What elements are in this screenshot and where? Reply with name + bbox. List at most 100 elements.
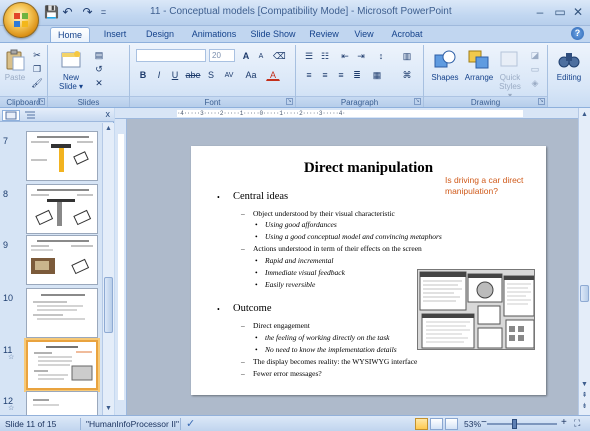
bullet-outcome[interactable]: Outcome bbox=[233, 303, 272, 314]
underline-button[interactable]: U bbox=[168, 68, 182, 81]
thumbnails-scrollbar[interactable]: ▲ ▼ bbox=[102, 123, 114, 415]
normal-view-icon[interactable] bbox=[415, 418, 428, 430]
bullet-direct-engagement[interactable]: Direct engagement bbox=[253, 321, 310, 330]
undo-icon[interactable]: ↶ bbox=[60, 5, 75, 20]
bullet-good-affordances[interactable]: Using good affordances bbox=[265, 220, 337, 229]
bullet-good-conceptual-model[interactable]: Using a good conceptual model and convin… bbox=[265, 232, 442, 241]
tab-insert[interactable]: Insert bbox=[96, 27, 134, 42]
bullets-icon[interactable]: ☰ bbox=[302, 49, 316, 62]
shapes-button[interactable]: Shapes bbox=[428, 49, 462, 82]
arrange-button[interactable]: Arrange bbox=[462, 49, 496, 82]
columns-icon[interactable]: ▥ bbox=[400, 49, 414, 62]
zoom-slider-knob[interactable] bbox=[512, 419, 517, 429]
justify-icon[interactable]: ≣ bbox=[350, 68, 364, 81]
reset-slide-icon[interactable]: ↺ bbox=[92, 62, 106, 75]
slide-thumbnail-8[interactable] bbox=[26, 184, 98, 234]
spell-check-icon[interactable]: ✓ bbox=[186, 417, 195, 430]
slides-tab[interactable] bbox=[2, 110, 20, 121]
zoom-level[interactable]: 53% bbox=[464, 419, 481, 429]
font-name-combo[interactable] bbox=[136, 49, 206, 62]
bullet-no-need-impl[interactable]: No need to know the implementation detai… bbox=[265, 345, 397, 354]
align-center-icon[interactable]: ≡ bbox=[318, 68, 332, 81]
tab-animations[interactable]: Animations bbox=[186, 27, 242, 42]
quick-styles-button[interactable]: Quick Styles ▾ bbox=[496, 49, 524, 100]
zoom-in-icon[interactable]: + bbox=[561, 417, 567, 428]
slide-callout[interactable]: Is driving a car direct manipulation? bbox=[445, 175, 545, 197]
change-case-button[interactable]: Aa bbox=[242, 68, 260, 81]
close-button[interactable]: ✕ bbox=[570, 4, 586, 20]
font-size-combo[interactable]: 20 bbox=[209, 49, 235, 62]
scroll-up-icon[interactable]: ▲ bbox=[580, 110, 589, 119]
zoom-slider[interactable] bbox=[487, 423, 557, 425]
copy-icon[interactable]: ❐ bbox=[30, 62, 44, 75]
fit-to-window-icon[interactable]: ⛶ bbox=[574, 418, 580, 429]
shape-outline-icon[interactable]: ▭ bbox=[528, 62, 542, 75]
clipboard-launcher-icon[interactable]: ↘ bbox=[38, 98, 45, 105]
scroll-up-icon[interactable]: ▲ bbox=[104, 124, 113, 133]
scroll-down-icon[interactable]: ▼ bbox=[104, 404, 113, 413]
current-slide[interactable]: Direct manipulation • Central ideas – Ob… bbox=[191, 146, 546, 395]
slide-show-view-icon[interactable] bbox=[445, 418, 458, 430]
save-icon[interactable]: 💾 bbox=[44, 5, 59, 20]
slide-thumbnail-7[interactable] bbox=[26, 131, 98, 181]
tab-slide-show[interactable]: Slide Show bbox=[246, 27, 300, 42]
numbering-icon[interactable]: ☷ bbox=[318, 49, 332, 62]
paragraph-launcher-icon[interactable]: ↘ bbox=[414, 98, 421, 105]
italic-button[interactable]: I bbox=[152, 68, 166, 81]
previous-slide-icon[interactable]: ⇞ bbox=[580, 391, 589, 400]
bold-button[interactable]: B bbox=[136, 68, 150, 81]
font-color-button[interactable]: A bbox=[266, 68, 280, 81]
font-launcher-icon[interactable]: ↘ bbox=[286, 98, 293, 105]
distribute-icon[interactable]: ▦ bbox=[370, 68, 384, 81]
cut-icon[interactable]: ✂ bbox=[30, 48, 44, 61]
tab-review[interactable]: Review bbox=[304, 27, 344, 42]
char-spacing-button[interactable]: AV bbox=[220, 68, 238, 81]
clear-format-icon[interactable]: ⌫ bbox=[272, 49, 286, 62]
tab-view[interactable]: View bbox=[348, 27, 380, 42]
paste-button[interactable]: Paste bbox=[2, 49, 28, 82]
shape-effects-icon[interactable]: ◈ bbox=[528, 76, 542, 89]
minimize-button[interactable]: – bbox=[532, 4, 548, 20]
new-slide-button[interactable]: New Slide ▾ bbox=[54, 49, 88, 91]
outline-tab[interactable] bbox=[22, 110, 40, 121]
editing-button[interactable]: Editing bbox=[552, 49, 586, 82]
bullet-rapid[interactable]: Rapid and incremental bbox=[265, 256, 333, 265]
close-panel-icon[interactable]: x bbox=[106, 109, 111, 119]
layout-icon[interactable]: ▤ bbox=[92, 48, 106, 61]
shape-fill-icon[interactable]: ◪ bbox=[528, 48, 542, 61]
smartart-icon[interactable]: ⌘ bbox=[400, 68, 414, 81]
slide-thumbnail-10[interactable] bbox=[26, 288, 98, 338]
slide-sorter-view-icon[interactable] bbox=[430, 418, 443, 430]
bullet-central-ideas[interactable]: Central ideas bbox=[233, 191, 288, 202]
increase-indent-icon[interactable]: ⇥ bbox=[354, 49, 368, 62]
slide-thumbnail-11[interactable] bbox=[26, 340, 98, 390]
customize-qat-icon[interactable]: = bbox=[96, 5, 111, 20]
tab-home[interactable]: Home bbox=[50, 27, 90, 42]
align-right-icon[interactable]: ≡ bbox=[334, 68, 348, 81]
bullet-fewer-errors[interactable]: Fewer error messages? bbox=[253, 369, 322, 378]
bullet-actions-understood[interactable]: Actions understood in term of their effe… bbox=[253, 244, 422, 253]
format-painter-icon[interactable]: 🖌 bbox=[30, 76, 44, 89]
restore-button[interactable]: ▭ bbox=[552, 4, 568, 20]
shrink-font-icon[interactable]: A bbox=[254, 49, 268, 62]
slide-thumbnail-12[interactable] bbox=[26, 391, 98, 415]
scrollbar-thumb[interactable] bbox=[104, 277, 113, 333]
slide-thumbnail-9[interactable] bbox=[26, 235, 98, 285]
tab-design[interactable]: Design bbox=[140, 27, 180, 42]
drawing-launcher-icon[interactable]: ↘ bbox=[538, 98, 545, 105]
theme-name[interactable]: "HumanInfoProcessor II" bbox=[86, 419, 179, 429]
bullet-immediate-feedback[interactable]: Immediate visual feedback bbox=[265, 268, 345, 277]
decrease-indent-icon[interactable]: ⇤ bbox=[338, 49, 352, 62]
next-slide-icon[interactable]: ⇟ bbox=[580, 402, 589, 411]
scrollbar-thumb[interactable] bbox=[580, 285, 589, 302]
screenshot-image[interactable] bbox=[417, 269, 535, 350]
shadow-button[interactable]: S bbox=[204, 68, 218, 81]
bullet-object-understood[interactable]: Object understood by their visual charac… bbox=[253, 209, 395, 218]
line-spacing-icon[interactable]: ↕ bbox=[374, 49, 388, 62]
bullet-feeling-of-working[interactable]: the feeling of working directly on the t… bbox=[265, 333, 390, 342]
strikethrough-button[interactable]: abe bbox=[184, 68, 202, 81]
delete-slide-icon[interactable]: ✕ bbox=[92, 76, 106, 89]
align-left-icon[interactable]: ≡ bbox=[302, 68, 316, 81]
zoom-out-icon[interactable]: − bbox=[481, 417, 487, 428]
office-button[interactable] bbox=[3, 2, 39, 38]
